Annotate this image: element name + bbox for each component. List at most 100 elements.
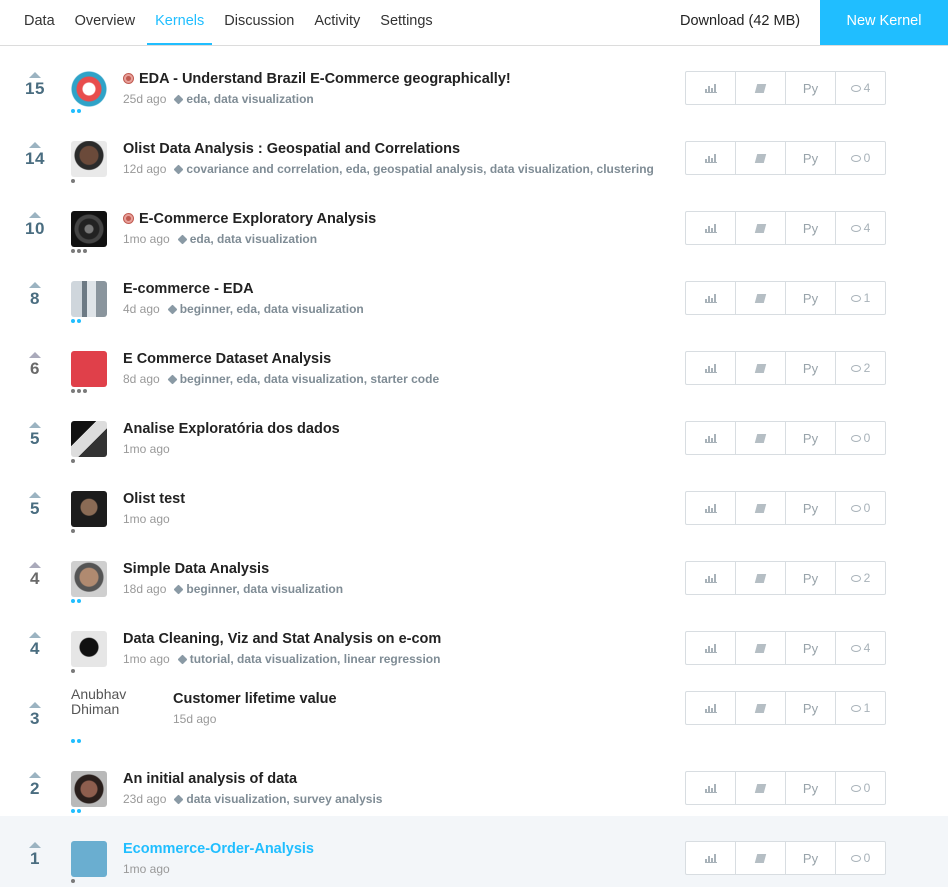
notebook-button[interactable] [735, 71, 786, 105]
comments-button[interactable]: 2 [835, 561, 886, 595]
author-avatar[interactable] [71, 561, 107, 597]
comments-button[interactable]: 0 [835, 491, 886, 525]
kernel-title-link[interactable]: Olist Data Analysis : Geospatial and Cor… [123, 141, 460, 157]
upvote-widget[interactable]: 2 [22, 772, 48, 799]
upvote-widget[interactable]: 6 [22, 352, 48, 379]
upvote-widget[interactable]: 4 [22, 562, 48, 589]
output-button[interactable] [685, 211, 736, 245]
kernel-title-link[interactable]: E-Commerce Exploratory Analysis [123, 211, 376, 227]
language-button[interactable]: Py [785, 841, 836, 875]
language-button[interactable]: Py [785, 71, 836, 105]
kernel-title-link[interactable]: E Commerce Dataset Analysis [123, 351, 331, 367]
language-button[interactable]: Py [785, 561, 836, 595]
notebook-button[interactable] [735, 771, 786, 805]
language-button[interactable]: Py [785, 211, 836, 245]
output-button[interactable] [685, 71, 736, 105]
output-button[interactable] [685, 491, 736, 525]
author-avatar[interactable] [71, 421, 107, 457]
upvote-widget[interactable]: 15 [22, 72, 48, 99]
download-button[interactable]: Download (42 MB) [680, 0, 800, 42]
author-avatar[interactable] [71, 281, 107, 317]
author-avatar[interactable] [71, 71, 107, 107]
language-button[interactable]: Py [785, 141, 836, 175]
comments-button[interactable]: 1 [835, 281, 886, 315]
output-button[interactable] [685, 841, 736, 875]
comments-button[interactable]: 0 [835, 771, 886, 805]
language-button[interactable]: Py [785, 351, 836, 385]
notebook-button[interactable] [735, 491, 786, 525]
upvote-widget[interactable]: 5 [22, 492, 48, 519]
upvote-arrow-icon[interactable] [29, 282, 41, 288]
tab-data[interactable]: Data [14, 0, 65, 46]
upvote-arrow-icon[interactable] [29, 72, 41, 78]
notebook-button[interactable] [735, 211, 786, 245]
tab-activity[interactable]: Activity [304, 0, 370, 46]
kernel-tags[interactable]: tutorial, data visualization, linear reg… [190, 652, 441, 666]
language-button[interactable]: Py [785, 281, 836, 315]
upvote-arrow-icon[interactable] [29, 772, 41, 778]
kernel-tags[interactable]: beginner, data visualization [186, 582, 343, 596]
notebook-button[interactable] [735, 421, 786, 455]
kernel-title-link[interactable]: Ecommerce-Order-Analysis [123, 841, 314, 857]
output-button[interactable] [685, 281, 736, 315]
author-avatar[interactable] [71, 141, 107, 177]
kernel-title-link[interactable]: Analise Exploratória dos dados [123, 421, 340, 437]
author-avatar[interactable] [71, 491, 107, 527]
author-avatar[interactable] [71, 211, 107, 247]
kernel-title-link[interactable]: E-commerce - EDA [123, 281, 254, 297]
notebook-button[interactable] [735, 351, 786, 385]
tab-overview[interactable]: Overview [65, 0, 145, 46]
upvote-arrow-icon[interactable] [29, 632, 41, 638]
kernel-title-link[interactable]: Data Cleaning, Viz and Stat Analysis on … [123, 631, 441, 647]
upvote-arrow-icon[interactable] [29, 142, 41, 148]
upvote-widget[interactable]: 5 [22, 422, 48, 449]
notebook-button[interactable] [735, 841, 786, 875]
upvote-widget[interactable]: 10 [22, 212, 48, 239]
output-button[interactable] [685, 691, 736, 725]
kernel-tags[interactable]: beginner, eda, data visualization, start… [180, 372, 439, 386]
upvote-arrow-icon[interactable] [29, 702, 41, 708]
author-avatar[interactable]: Anubhav Dhiman [71, 687, 151, 723]
upvote-arrow-icon[interactable] [29, 422, 41, 428]
language-button[interactable]: Py [785, 691, 836, 725]
language-button[interactable]: Py [785, 771, 836, 805]
notebook-button[interactable] [735, 561, 786, 595]
comments-button[interactable]: 4 [835, 71, 886, 105]
kernel-title-link[interactable]: Simple Data Analysis [123, 561, 269, 577]
tab-kernels[interactable]: Kernels [145, 0, 214, 46]
author-avatar[interactable] [71, 631, 107, 667]
upvote-widget[interactable]: 3 [22, 702, 48, 729]
output-button[interactable] [685, 561, 736, 595]
comments-button[interactable]: 4 [835, 211, 886, 245]
kernel-title-link[interactable]: An initial analysis of data [123, 771, 297, 787]
notebook-button[interactable] [735, 281, 786, 315]
output-button[interactable] [685, 421, 736, 455]
language-button[interactable]: Py [785, 421, 836, 455]
upvote-arrow-icon[interactable] [29, 842, 41, 848]
upvote-arrow-icon[interactable] [29, 492, 41, 498]
kernel-tags[interactable]: eda, data visualization [190, 232, 317, 246]
kernel-title-link[interactable]: EDA - Understand Brazil E-Commerce geogr… [123, 71, 511, 87]
output-button[interactable] [685, 631, 736, 665]
notebook-button[interactable] [735, 141, 786, 175]
kernel-title-link[interactable]: Customer lifetime value [173, 691, 337, 707]
upvote-arrow-icon[interactable] [29, 562, 41, 568]
upvote-widget[interactable]: 8 [22, 282, 48, 309]
author-avatar[interactable] [71, 841, 107, 877]
upvote-widget[interactable]: 4 [22, 632, 48, 659]
comments-button[interactable]: 4 [835, 631, 886, 665]
notebook-button[interactable] [735, 631, 786, 665]
comments-button[interactable]: 0 [835, 841, 886, 875]
tab-settings[interactable]: Settings [370, 0, 442, 46]
language-button[interactable]: Py [785, 631, 836, 665]
output-button[interactable] [685, 771, 736, 805]
kernel-tags[interactable]: covariance and correlation, eda, geospat… [186, 162, 654, 176]
kernel-title-link[interactable]: Olist test [123, 491, 185, 507]
upvote-widget[interactable]: 1 [22, 842, 48, 869]
comments-button[interactable]: 0 [835, 421, 886, 455]
upvote-widget[interactable]: 14 [22, 142, 48, 169]
author-avatar[interactable] [71, 351, 107, 387]
language-button[interactable]: Py [785, 491, 836, 525]
output-button[interactable] [685, 141, 736, 175]
tab-discussion[interactable]: Discussion [214, 0, 304, 46]
